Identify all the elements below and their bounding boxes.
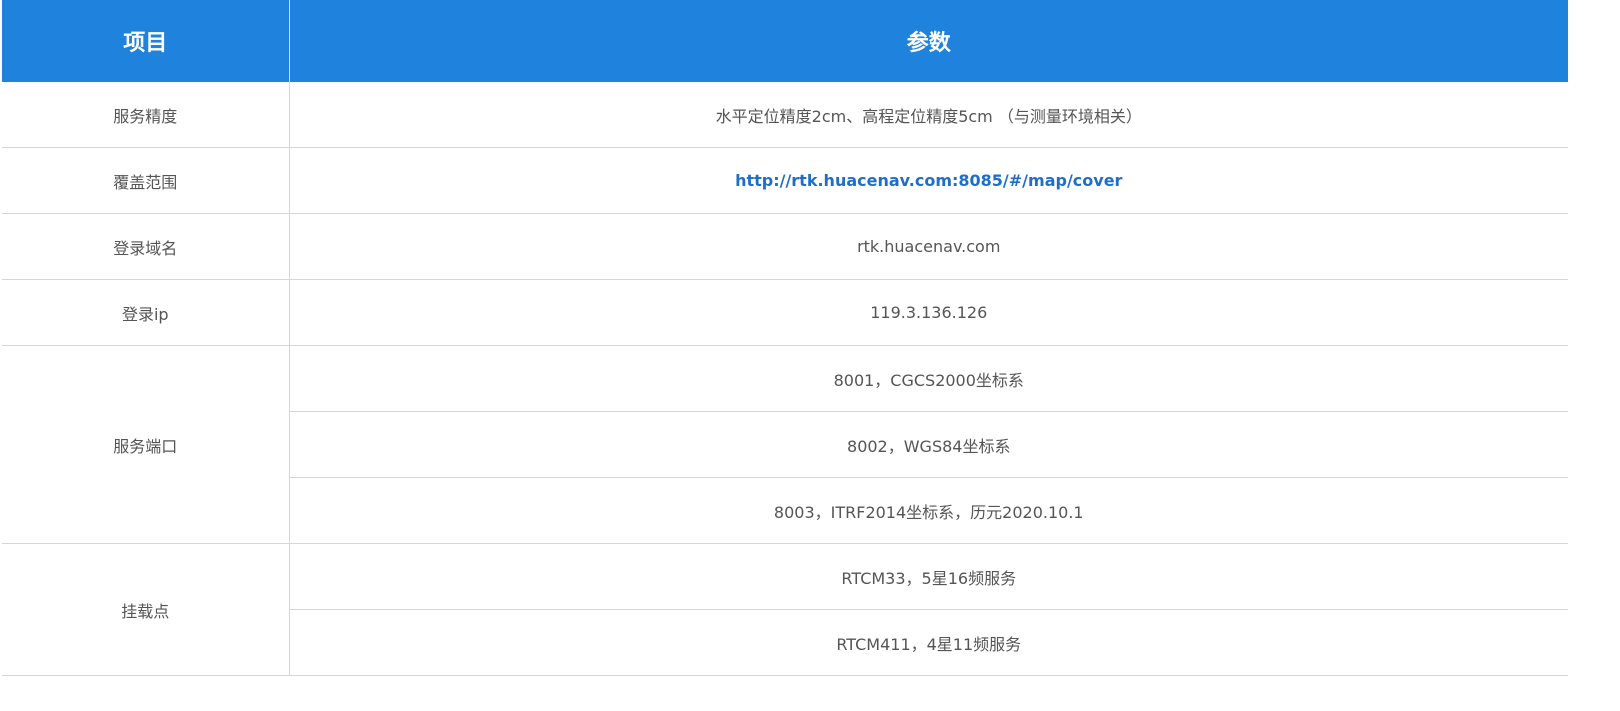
- header-params: 参数: [289, 0, 1568, 82]
- table-row: 挂载点 RTCM33，5星16频服务: [2, 543, 1568, 676]
- table-row: 登录域名 rtk.huacenav.com: [2, 213, 1568, 280]
- row-value-coverage: http://rtk.huacenav.com:8085/#/map/cover: [289, 147, 1568, 214]
- row-value-ip: 119.3.136.126: [289, 279, 1568, 346]
- table-header-row: 项目 参数: [2, 0, 1568, 82]
- row-label-mountpoints: 挂载点: [2, 543, 290, 676]
- row-label-ip: 登录ip: [2, 279, 290, 346]
- row-label-precision: 服务精度: [2, 82, 290, 148]
- row-value-port-8001: 8001，CGCS2000坐标系: [289, 345, 1568, 412]
- spec-table-container: 项目 参数 服务精度 水平定位精度2cm、高程定位精度5cm （与测量环境相关）…: [2, 0, 1568, 676]
- row-label-coverage: 覆盖范围: [2, 147, 290, 214]
- row-value-port-8003: 8003，ITRF2014坐标系，历元2020.10.1: [289, 477, 1568, 544]
- coverage-link[interactable]: http://rtk.huacenav.com:8085/#/map/cover: [735, 171, 1122, 190]
- row-label-ports: 服务端口: [2, 345, 290, 544]
- table-row: 服务端口 8001，CGCS2000坐标系: [2, 345, 1568, 544]
- row-label-domain: 登录域名: [2, 213, 290, 280]
- row-value-mount-rtcm411: RTCM411，4星11频服务: [289, 609, 1568, 676]
- row-value-port-8002: 8002，WGS84坐标系: [289, 411, 1568, 478]
- row-value-domain: rtk.huacenav.com: [289, 213, 1568, 280]
- table-row: 服务精度 水平定位精度2cm、高程定位精度5cm （与测量环境相关）: [2, 82, 1568, 148]
- table-row: 覆盖范围 http://rtk.huacenav.com:8085/#/map/…: [2, 147, 1568, 214]
- table-row: 登录ip 119.3.136.126: [2, 279, 1568, 346]
- spec-table: 项目 参数 服务精度 水平定位精度2cm、高程定位精度5cm （与测量环境相关）…: [2, 0, 1568, 676]
- row-value-precision: 水平定位精度2cm、高程定位精度5cm （与测量环境相关）: [289, 82, 1568, 148]
- row-value-mount-rtcm33: RTCM33，5星16频服务: [289, 543, 1568, 610]
- header-item: 项目: [2, 0, 290, 82]
